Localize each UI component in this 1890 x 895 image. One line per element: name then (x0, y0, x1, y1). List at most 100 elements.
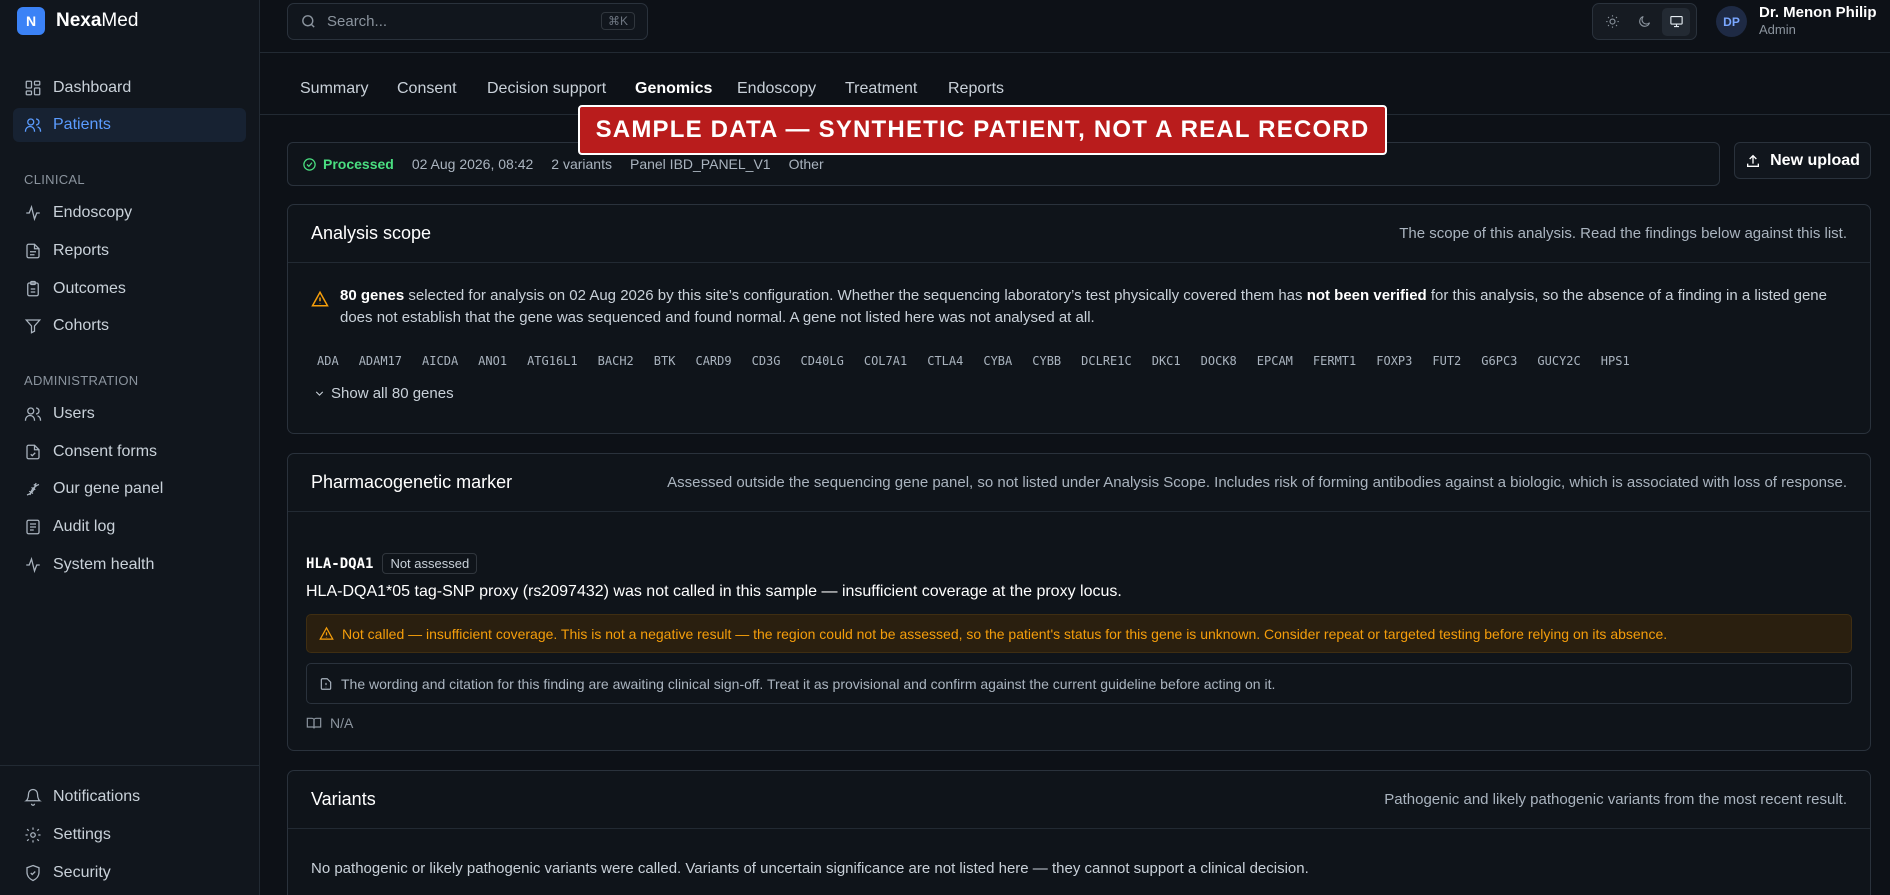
card-title: Pharmacogenetic marker (311, 472, 513, 492)
gene-chip: AICDA (422, 354, 459, 368)
tab-summary[interactable]: Summary (300, 80, 368, 98)
marker-name: HLA-DQA1 (306, 555, 374, 572)
brand-name: NexaMed (56, 10, 139, 31)
sidebar-item-reports[interactable]: Reports (13, 234, 246, 268)
sidebar: N NexaMed Dashboard Patients CLINICAL En… (0, 0, 260, 895)
gene-chip: CYBB (1032, 354, 1062, 368)
sidebar-item-label: Cohorts (53, 317, 110, 334)
gene-chip: GUCY2C (1537, 354, 1581, 368)
gene-chip: FERMT1 (1312, 354, 1357, 368)
new-upload-button[interactable]: New upload (1734, 142, 1871, 179)
status-badge: Not assessed (382, 553, 478, 574)
sidebar-item-consent-forms[interactable]: Consent forms (13, 435, 246, 469)
sidebar-item-label: Notifications (53, 788, 141, 805)
gene-chip: FOXP3 (1376, 354, 1413, 368)
sidebar-item-label: Endoscopy (53, 204, 133, 221)
sidebar-item-users[interactable]: Users (13, 397, 246, 431)
gear-icon (25, 827, 41, 843)
status-badge: Processed (302, 156, 394, 172)
avatar[interactable]: DP (1716, 6, 1747, 37)
show-all-genes-button[interactable]: Show all 80 genes (313, 385, 454, 402)
search-icon (302, 15, 315, 28)
tab-consent[interactable]: Consent (397, 80, 457, 98)
gene-chip: CARD9 (695, 354, 732, 368)
sidebar-item-audit-log[interactable]: Audit log (13, 510, 246, 544)
sidebar-item-label: Dashboard (53, 79, 132, 96)
gene-chip: ANO1 (478, 354, 508, 368)
check-circle-icon (303, 157, 316, 171)
activity-icon (26, 556, 40, 574)
sidebar-divider (0, 765, 259, 766)
tab-treatment[interactable]: Treatment (845, 80, 917, 98)
gene-chip: DKC1 (1151, 354, 1181, 368)
activity-icon (26, 204, 40, 222)
top-bar: ⌘K DP Dr. Menon Philip Admin (260, 0, 1890, 53)
sidebar-item-patients[interactable]: Patients (13, 108, 246, 142)
analysis-scope-card: Analysis scope The scope of this analysi… (287, 204, 1871, 434)
panel-name: Panel IBD_PANEL_V1 (629, 156, 771, 172)
bell-icon (24, 788, 42, 806)
moon-icon (1639, 15, 1651, 27)
tab-reports[interactable]: Reports (948, 80, 1004, 98)
gene-chip: HPS1 (1600, 354, 1630, 368)
section-label-administration: ADMINISTRATION (24, 373, 139, 388)
sidebar-item-gene-panel[interactable]: Our gene panel (13, 472, 246, 506)
file-icon (26, 243, 40, 259)
gene-chip: CTLA4 (927, 354, 964, 368)
user-name: Dr. Menon Philip (1759, 4, 1877, 21)
sidebar-item-endoscopy[interactable]: Endoscopy (13, 196, 246, 230)
gene-chip: DCLRE1C (1081, 354, 1132, 368)
card-header: Variants Pathogenic and likely pathogeni… (288, 771, 1870, 829)
sidebar-item-notifications[interactable]: Notifications (13, 780, 246, 814)
users-icon (24, 118, 42, 132)
sidebar-item-settings[interactable]: Settings (13, 818, 246, 852)
variants-card: Variants Pathogenic and likely pathogeni… (287, 770, 1871, 895)
gene-chip: EPCAM (1256, 354, 1293, 368)
gene-chip: BACH2 (597, 354, 634, 368)
sidebar-item-label: Patients (53, 116, 111, 133)
citation: N/A (306, 715, 353, 731)
tab-genomics[interactable]: Genomics (635, 80, 712, 98)
sidebar-item-label: Outcomes (53, 280, 126, 297)
sidebar-item-label: Users (53, 405, 95, 422)
document-alert-icon (320, 677, 332, 690)
gene-chip: CYBA (983, 354, 1013, 368)
clipboard-icon (27, 280, 39, 297)
sidebar-item-outcomes[interactable]: Outcomes (13, 272, 246, 306)
search-box[interactable]: ⌘K (287, 3, 648, 40)
warning-icon (319, 626, 334, 640)
brand[interactable]: N NexaMed (17, 7, 138, 35)
sun-icon (1606, 15, 1620, 28)
upload-datetime: 02 Aug 2026, 08:42 (411, 156, 534, 172)
section-label-clinical: CLINICAL (24, 172, 85, 187)
search-input[interactable] (327, 13, 587, 30)
users-icon (24, 407, 42, 421)
sidebar-item-dashboard[interactable]: Dashboard (13, 71, 246, 105)
pharmacogenetic-card: Pharmacogenetic marker Assessed outside … (287, 453, 1871, 751)
file-check-icon (26, 444, 40, 460)
coverage-warning: Not called — insufficient coverage. This… (306, 614, 1852, 653)
gene-chip: ADA (317, 354, 339, 368)
sidebar-item-cohorts[interactable]: Cohorts (13, 309, 246, 343)
light-theme-button[interactable] (1599, 8, 1627, 36)
upload-icon (1747, 154, 1760, 167)
dashboard-icon (25, 80, 41, 96)
tab-endoscopy[interactable]: Endoscopy (737, 80, 816, 98)
card-header: Analysis scope The scope of this analysi… (288, 205, 1870, 263)
book-icon (306, 717, 322, 729)
tab-decision-support[interactable]: Decision support (487, 80, 606, 98)
dark-theme-button[interactable] (1630, 8, 1658, 36)
gene-chip: FUT2 (1432, 354, 1462, 368)
brand-logo: N (17, 7, 45, 35)
system-theme-button[interactable] (1662, 7, 1691, 36)
sidebar-item-security[interactable]: Security (13, 856, 246, 890)
sidebar-item-system-health[interactable]: System health (13, 548, 246, 582)
marker-header: HLA-DQA1 Not assessed (306, 553, 478, 574)
dna-icon (26, 482, 40, 496)
sidebar-item-label: Our gene panel (53, 480, 164, 497)
warning-icon (311, 290, 329, 308)
variant-count: 2 variants (551, 156, 612, 172)
gene-chip: CD40LG (800, 354, 844, 368)
monitor-icon (1669, 15, 1683, 28)
sidebar-item-label: Audit log (53, 518, 116, 535)
